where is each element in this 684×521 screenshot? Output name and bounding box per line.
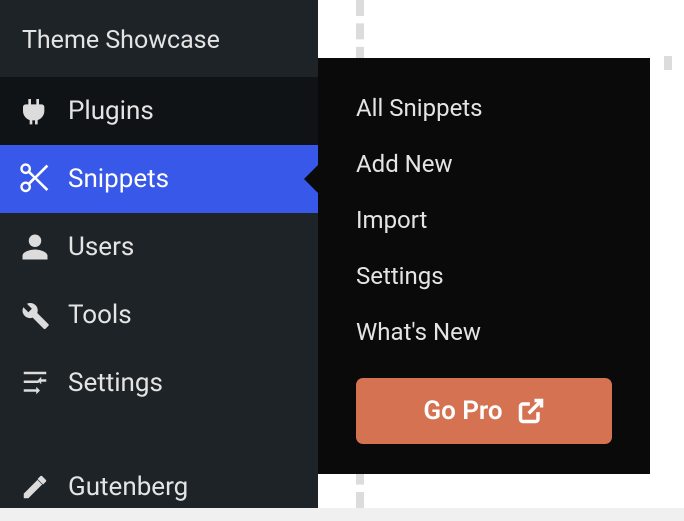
submenu-item-whats-new[interactable]: What's New: [318, 304, 650, 360]
users-icon: [18, 230, 52, 264]
submenu-item-import[interactable]: Import: [318, 192, 650, 248]
theme-showcase-link[interactable]: Theme Showcase: [0, 0, 318, 77]
sidebar-item-label: Users: [68, 232, 134, 262]
tools-icon: [18, 298, 52, 332]
sidebar-item-gutenberg[interactable]: Gutenberg: [0, 453, 318, 521]
sidebar-item-users[interactable]: Users: [0, 213, 318, 281]
decorative-dash: [664, 56, 672, 70]
snippets-icon: [18, 162, 52, 196]
gutenberg-icon: [18, 470, 52, 504]
sidebar-item-label: Gutenberg: [68, 472, 188, 502]
sidebar-item-tools[interactable]: Tools: [0, 281, 318, 349]
sidebar-item-label: Tools: [68, 300, 132, 330]
go-pro-label: Go Pro: [423, 396, 502, 426]
submenu-item-settings[interactable]: Settings: [318, 248, 650, 304]
sidebar-divider: [0, 417, 318, 453]
sidebar-item-plugins[interactable]: Plugins: [0, 77, 318, 145]
submenu-item-all-snippets[interactable]: All Snippets: [318, 80, 650, 136]
sidebar-item-label: Plugins: [68, 96, 154, 126]
sidebar-item-settings[interactable]: Settings: [0, 349, 318, 417]
external-link-icon: [517, 397, 545, 425]
snippets-submenu: All Snippets Add New Import Settings Wha…: [318, 58, 650, 474]
go-pro-button[interactable]: Go Pro: [356, 378, 612, 444]
submenu-item-add-new[interactable]: Add New: [318, 136, 650, 192]
plugins-icon: [18, 94, 52, 128]
sidebar-item-label: Snippets: [68, 164, 169, 194]
sidebar-item-snippets[interactable]: Snippets: [0, 145, 318, 213]
settings-icon: [18, 366, 52, 400]
admin-sidebar: Theme Showcase Plugins Snippets Users To…: [0, 0, 318, 508]
sidebar-item-label: Settings: [68, 368, 163, 398]
